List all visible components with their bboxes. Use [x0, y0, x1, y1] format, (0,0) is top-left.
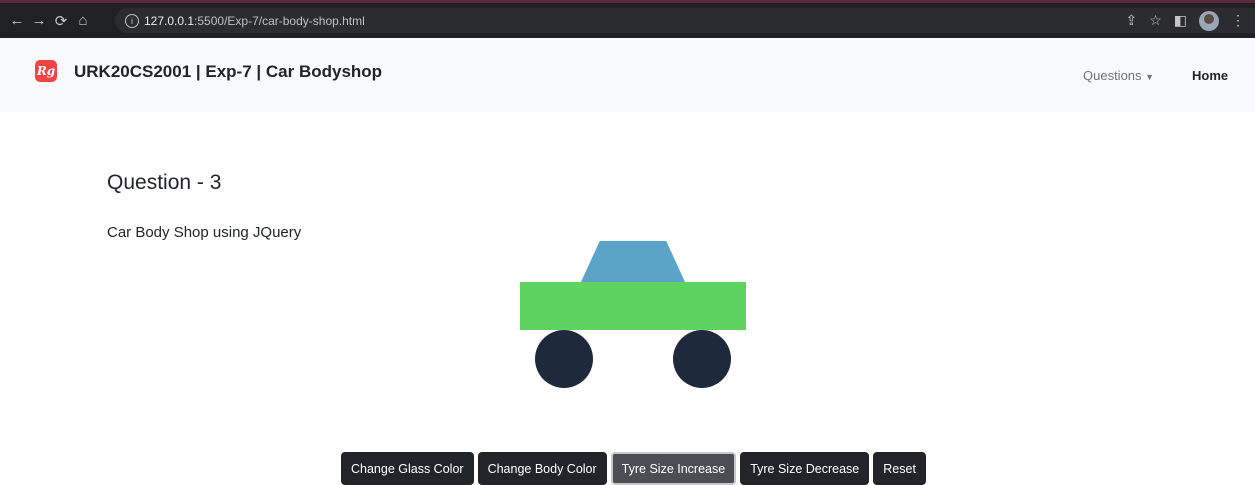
browser-toolbar: ← → ⟳ ⌂ i 127.0.0.1:5500/Exp-7/car-body-… — [0, 0, 1255, 38]
change-glass-color-button[interactable]: Change Glass Color — [341, 452, 474, 485]
info-icon[interactable]: i — [125, 13, 139, 28]
menu-kebab-icon[interactable]: ⋮ — [1231, 12, 1245, 29]
car-body — [520, 282, 746, 330]
site-navbar: Rg URK20CS2001 | Exp-7 | Car Bodyshop Qu… — [0, 38, 1255, 112]
reset-button[interactable]: Reset — [873, 452, 926, 485]
question-subtitle: Car Body Shop using JQuery — [107, 224, 302, 241]
question-title: Question - 3 — [107, 171, 222, 194]
tyre-size-decrease-button[interactable]: Tyre Size Decrease — [740, 452, 870, 485]
star-icon[interactable]: ☆ — [1149, 12, 1162, 29]
side-panel-icon[interactable]: ◧ — [1174, 12, 1187, 29]
address-bar[interactable]: i 127.0.0.1:5500/Exp-7/car-body-shop.htm… — [115, 8, 1255, 33]
change-body-color-button[interactable]: Change Body Color — [477, 452, 607, 485]
home-link[interactable]: Home — [1192, 68, 1228, 83]
tyre-size-increase-button[interactable]: Tyre Size Increase — [610, 452, 737, 485]
brand-logo[interactable]: Rg — [35, 60, 57, 82]
forward-icon[interactable]: → — [28, 12, 50, 29]
url-path: :5500/Exp-7/car-body-shop.html — [194, 13, 365, 28]
back-icon[interactable]: ← — [6, 12, 28, 29]
home-icon[interactable]: ⌂ — [72, 12, 94, 29]
caret-down-icon: ▼ — [1145, 72, 1155, 82]
brand-title[interactable]: URK20CS2001 | Exp-7 | Car Bodyshop — [74, 62, 382, 82]
car-tyre-right — [673, 330, 731, 388]
avatar[interactable] — [1199, 10, 1219, 31]
url-host: 127.0.0.1 — [144, 13, 195, 28]
questions-label: Questions — [1083, 68, 1142, 83]
car-tyre-left — [535, 330, 593, 388]
control-buttons: Change Glass Color Change Body Color Tyr… — [341, 452, 926, 485]
car-glass — [581, 241, 685, 282]
share-icon[interactable]: ⇪ — [1125, 12, 1137, 29]
questions-dropdown[interactable]: Questions ▼ — [1083, 68, 1154, 83]
reload-icon[interactable]: ⟳ — [50, 12, 72, 30]
